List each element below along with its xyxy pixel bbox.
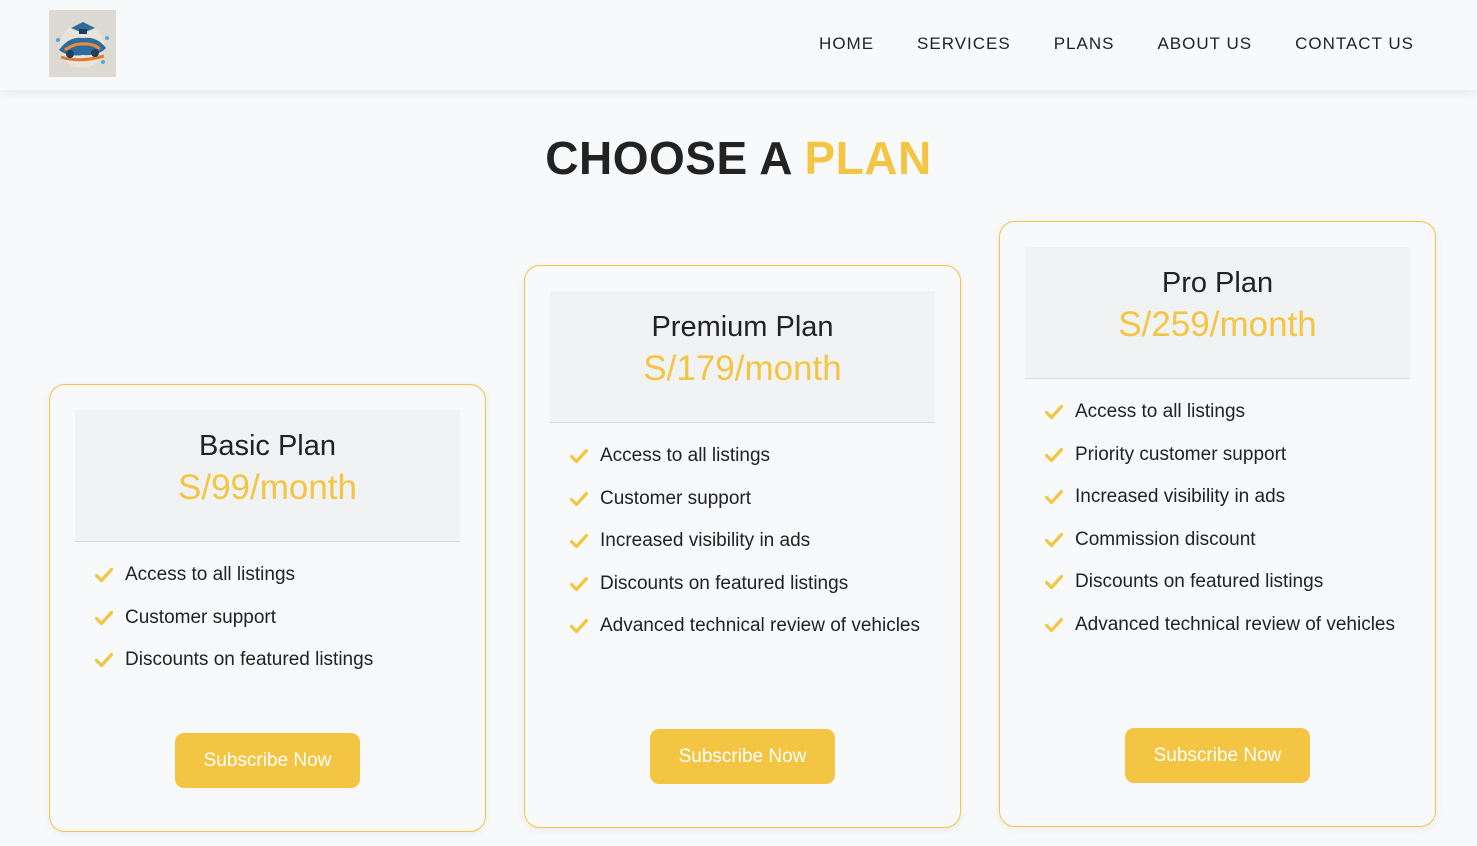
feature-list: Access to all listings Customer support … xyxy=(95,560,455,688)
feature-text: Increased visibility in ads xyxy=(1075,486,1286,507)
check-icon xyxy=(1045,404,1063,420)
plan-price: S/179/month xyxy=(643,349,842,388)
section-title-accent: PLAN xyxy=(804,132,932,184)
check-icon xyxy=(570,533,588,549)
feature-text: Discounts on featured listings xyxy=(600,572,849,594)
site-header: HOME SERVICES PLANS ABOUT US CONTACT US xyxy=(0,0,1477,90)
check-icon xyxy=(570,576,588,591)
section-title: CHOOSE A PLAN xyxy=(0,132,1477,184)
feature-text: Increased visibility in ads xyxy=(600,530,811,551)
plan-card-basic: Basic Plan S/99/month Access to all list… xyxy=(49,384,486,832)
plan-name: Pro Plan xyxy=(1161,267,1274,299)
feature-text: Access to all listings xyxy=(600,445,771,466)
feature-text: Access to all listings xyxy=(1075,401,1246,422)
feature-item: Increased visibility in ads xyxy=(1045,482,1405,512)
check-icon xyxy=(570,448,588,464)
feature-text: Customer support xyxy=(125,606,277,628)
feature-text: Advanced technical review of vehicles xyxy=(1075,613,1396,635)
feature-list: Access to all listings Customer support … xyxy=(570,441,930,654)
plan-name: Basic Plan xyxy=(198,430,336,462)
check-icon xyxy=(1045,489,1063,505)
subscribe-button-premium[interactable]: Subscribe Now xyxy=(650,729,835,784)
check-icon xyxy=(1045,532,1063,547)
feature-item: Advanced technical review of vehicles xyxy=(570,611,930,641)
feature-text: Priority customer support xyxy=(1075,443,1287,465)
plan-card-premium: Premium Plan S/179/month Access to all l… xyxy=(524,265,961,828)
feature-list: Access to all listings Priority customer… xyxy=(1045,397,1405,652)
plan-header: Pro Plan S/259/month xyxy=(1025,247,1410,379)
check-icon xyxy=(570,618,588,634)
nav-services[interactable]: SERVICES xyxy=(917,34,1011,54)
feature-item: Discounts on featured listings xyxy=(570,569,930,599)
feature-item: Access to all listings xyxy=(570,441,930,471)
feature-item: Customer support xyxy=(95,603,455,633)
feature-text: Commission discount xyxy=(1075,528,1256,550)
nav-about-us[interactable]: ABOUT US xyxy=(1157,34,1252,54)
feature-item: Priority customer support xyxy=(1045,440,1405,470)
feature-item: Increased visibility in ads xyxy=(570,526,930,556)
check-icon xyxy=(1045,617,1063,632)
check-icon xyxy=(1045,574,1063,590)
check-icon xyxy=(570,491,588,506)
plan-header: Premium Plan S/179/month xyxy=(550,291,935,423)
feature-item: Commission discount xyxy=(1045,525,1405,555)
plan-card-pro: Pro Plan S/259/month Access to all listi… xyxy=(999,221,1436,827)
main-nav: HOME SERVICES PLANS ABOUT US CONTACT US xyxy=(819,34,1414,54)
feature-text: Access to all listings xyxy=(125,564,296,585)
nav-contact-us[interactable]: CONTACT US xyxy=(1295,34,1414,54)
plan-header: Basic Plan S/99/month xyxy=(75,410,460,542)
nav-home[interactable]: HOME xyxy=(819,34,874,54)
check-icon xyxy=(95,567,113,583)
feature-item: Access to all listings xyxy=(95,560,455,590)
check-icon xyxy=(1045,447,1063,462)
plan-price: S/99/month xyxy=(178,468,357,507)
feature-item: Discounts on featured listings xyxy=(1045,567,1405,597)
plan-price: S/259/month xyxy=(1118,305,1317,344)
check-icon xyxy=(95,652,113,668)
subscribe-button-pro[interactable]: Subscribe Now xyxy=(1125,728,1310,783)
check-icon xyxy=(95,610,113,625)
car-logo-icon xyxy=(49,10,116,77)
section-title-main: CHOOSE A xyxy=(545,132,792,184)
feature-item: Advanced technical review of vehicles xyxy=(1045,610,1405,640)
feature-text: Customer support xyxy=(600,487,752,509)
feature-item: Customer support xyxy=(570,484,930,514)
feature-item: Discounts on featured listings xyxy=(95,645,455,675)
nav-plans[interactable]: PLANS xyxy=(1054,34,1115,54)
feature-text: Discounts on featured listings xyxy=(1075,571,1324,592)
logo[interactable] xyxy=(49,10,116,77)
subscribe-button-basic[interactable]: Subscribe Now xyxy=(175,733,360,788)
plan-name: Premium Plan xyxy=(651,311,834,343)
feature-item: Access to all listings xyxy=(1045,397,1405,427)
feature-text: Advanced technical review of vehicles xyxy=(600,615,921,636)
feature-text: Discounts on featured listings xyxy=(125,649,374,670)
